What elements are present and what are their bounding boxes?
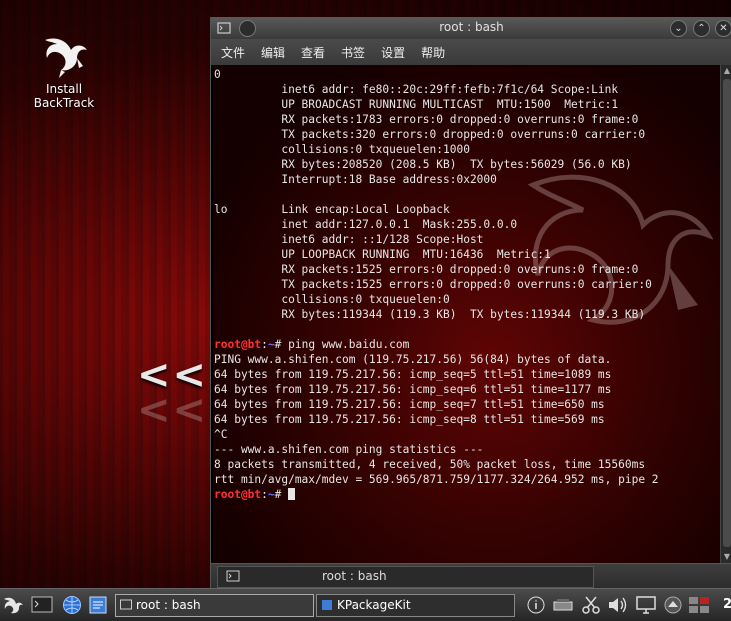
close-icon[interactable]: ✕	[715, 20, 731, 37]
prompt-path-current: ~	[267, 488, 275, 501]
dragon-logo-icon	[45, 38, 87, 78]
command-text: ping www.baidu.com	[288, 338, 410, 351]
taskbar: root : bash KPackageKit 2	[0, 588, 731, 621]
menu-bookmarks[interactable]: 书签	[331, 39, 371, 61]
ping-output: PING www.a.shifen.com (119.75.217.56) 56…	[214, 353, 659, 486]
scissors-icon[interactable]	[580, 595, 602, 615]
tab-bar: root : bash	[211, 563, 731, 589]
info-icon[interactable]	[525, 595, 547, 615]
scrollbar-thumb[interactable]	[723, 79, 731, 547]
storage-device-icon[interactable]	[552, 595, 574, 615]
prompt-user: root@bt	[214, 338, 262, 351]
prompt-end: #	[274, 338, 289, 351]
desktop-pager-icon[interactable]	[688, 595, 710, 615]
tab-root-bash[interactable]: root : bash	[217, 566, 594, 588]
browser-globe-icon[interactable]	[61, 595, 83, 615]
tab-label: root : bash	[322, 569, 387, 583]
prompt-path: ~	[267, 338, 275, 351]
prompt-separator-current: :	[261, 488, 268, 501]
prompt-user-current: root@bt	[214, 488, 262, 501]
terminal-scrollbar[interactable]: ▲ ▼	[720, 65, 731, 563]
text-cursor	[288, 488, 296, 500]
window-title: root : bash	[439, 20, 504, 34]
terminal-window: root : bash ⌄ ⌃ ✕ 文件 编辑 查看 书签 设置 帮助 0 inet6 a…	[210, 17, 731, 589]
prompt-separator: :	[261, 338, 268, 351]
network-monitor-icon[interactable]	[635, 595, 657, 615]
task-label-root-bash: root : bash	[136, 598, 201, 612]
package-manager-icon[interactable]	[87, 595, 109, 615]
terminal-task-icon	[120, 599, 132, 610]
scroll-up-icon[interactable]: ▲	[721, 65, 731, 77]
menu-settings[interactable]: 设置	[371, 39, 411, 61]
desktop-icon-label-line2: BackTrack	[33, 96, 95, 110]
task-kpackagekit[interactable]: KPackageKit	[316, 594, 515, 617]
menu-edit[interactable]: 编辑	[251, 39, 291, 61]
prompt-end-current: #	[274, 488, 289, 501]
volume-icon[interactable]	[607, 595, 629, 615]
terminal-area[interactable]: 0 inet6 addr: fe80::20c:29ff:fefb:7f1c/6…	[213, 65, 720, 563]
terminal-launcher-icon[interactable]	[31, 595, 53, 615]
menu-view[interactable]: 查看	[291, 39, 331, 61]
desktop-icon-label-line1: Install	[45, 82, 83, 96]
terminal-tab-icon	[226, 570, 240, 582]
chevron-up-icon[interactable]: ⌃	[693, 20, 710, 37]
menu-bar: 文件 编辑 查看 书签 设置 帮助	[211, 39, 731, 65]
arrow-up-icon[interactable]	[662, 595, 684, 615]
menu-help[interactable]: 帮助	[411, 39, 451, 61]
chevron-down-icon[interactable]: ⌄	[670, 20, 687, 37]
clock[interactable]: 2	[723, 597, 731, 612]
task-root-bash[interactable]: root : bash	[115, 594, 314, 617]
task-label-kpackagekit: KPackageKit	[337, 598, 411, 612]
wallpaper-chevrons-reflection: <<	[137, 388, 209, 434]
kpackagekit-task-icon	[322, 600, 332, 610]
window-titlebar[interactable]: root : bash ⌄ ⌃ ✕	[211, 17, 731, 39]
terminal-ifconfig-output: 0 inet6 addr: fe80::20c:29ff:fefb:7f1c/6…	[214, 68, 652, 321]
scroll-down-icon[interactable]: ▼	[721, 551, 731, 563]
terminal-output: 0 inet6 addr: fe80::20c:29ff:fefb:7f1c/6…	[213, 65, 659, 502]
kde-menu-dragon-icon[interactable]	[2, 595, 24, 615]
menu-file[interactable]: 文件	[211, 39, 251, 61]
install-backtrack-icon[interactable]: Install BackTrack	[24, 32, 104, 110]
